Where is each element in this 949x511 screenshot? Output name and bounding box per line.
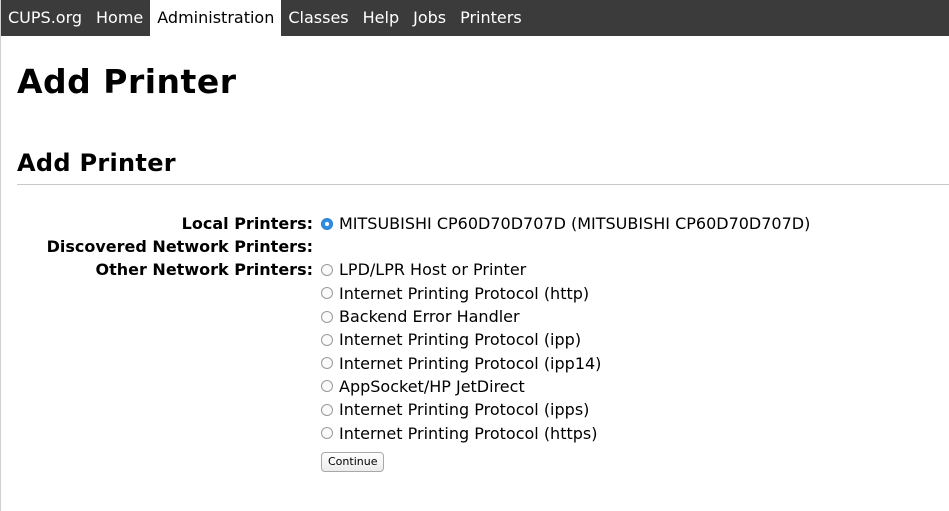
option-ipp14[interactable]: Internet Printing Protocol (ipp14) [321,351,601,374]
nav-administration[interactable]: Administration [150,0,282,36]
option-label: Internet Printing Protocol (http) [339,283,590,303]
local-printers-options: MITSUBISHI CP60D70D707D (MITSUBISHI CP60… [321,212,810,235]
option-ipp-http[interactable]: Internet Printing Protocol (http) [321,282,601,305]
section-title: Add Printer [17,149,176,177]
radio-unselected[interactable] [321,380,333,393]
radio-unselected[interactable] [321,357,333,370]
other-printers-label: Other Network Printers: [95,260,313,280]
option-label: LPD/LPR Host or Printer [339,260,527,280]
option-label: Internet Printing Protocol (ipp14) [339,353,602,373]
radio-unselected[interactable] [321,310,333,323]
nav-printers[interactable]: Printers [453,0,529,36]
radio-unselected[interactable] [321,263,333,276]
local-printers-row: Local Printers: MITSUBISHI CP60D70D707D … [1,212,949,235]
page-title: Add Printer [17,62,237,101]
radio-unselected[interactable] [321,427,333,440]
discovered-printers-row: Discovered Network Printers: [1,235,949,258]
radio-selected[interactable] [321,217,333,230]
option-lpd-lpr[interactable]: LPD/LPR Host or Printer [321,258,601,281]
option-label: Internet Printing Protocol (ipps) [339,400,590,420]
browser-page: CUPS.org Home Administration Classes Hel… [0,0,949,511]
section-header: Add Printer [17,148,949,185]
local-printers-label: Local Printers: [181,214,313,233]
other-printers-row: Other Network Printers: LPD/LPR Host or … [1,258,949,472]
option-ipp[interactable]: Internet Printing Protocol (ipp) [321,328,601,351]
local-printer-option[interactable]: MITSUBISHI CP60D70D707D (MITSUBISHI CP60… [321,212,810,235]
discovered-printers-label: Discovered Network Printers: [46,237,313,257]
option-label: AppSocket/HP JetDirect [339,376,525,396]
option-https[interactable]: Internet Printing Protocol (https) [321,421,601,444]
other-printers-options: LPD/LPR Host or Printer Internet Printin… [321,258,601,472]
option-label: Internet Printing Protocol (https) [339,423,598,443]
nav-classes[interactable]: Classes [281,0,355,36]
nav-home[interactable]: Home [89,0,150,36]
option-ipps[interactable]: Internet Printing Protocol (ipps) [321,398,601,421]
top-navbar: CUPS.org Home Administration Classes Hel… [1,0,949,36]
nav-help[interactable]: Help [356,0,406,36]
add-printer-form: Local Printers: MITSUBISHI CP60D70D707D … [1,212,949,472]
radio-unselected[interactable] [321,403,333,416]
nav-jobs[interactable]: Jobs [406,0,453,36]
option-label: Internet Printing Protocol (ipp) [339,330,582,350]
nav-cups-org[interactable]: CUPS.org [1,0,89,36]
radio-unselected[interactable] [321,287,333,300]
option-backend-error-handler[interactable]: Backend Error Handler [321,305,601,328]
option-label: Backend Error Handler [339,307,520,327]
option-appsocket[interactable]: AppSocket/HP JetDirect [321,375,601,398]
continue-button[interactable]: Continue [321,451,385,472]
radio-unselected[interactable] [321,333,333,346]
option-label: MITSUBISHI CP60D70D707D (MITSUBISHI CP60… [339,214,811,234]
